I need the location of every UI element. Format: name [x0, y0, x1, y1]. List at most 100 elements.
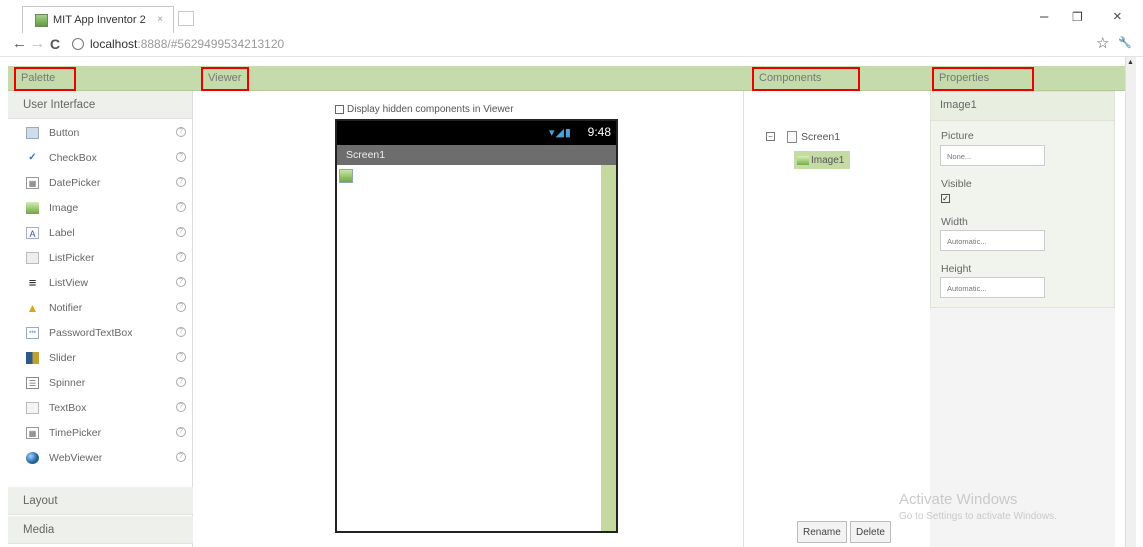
- help-icon[interactable]: ?: [176, 452, 186, 462]
- palette-item-label: Slider: [49, 351, 76, 364]
- palette-category-layout[interactable]: Layout: [8, 487, 193, 515]
- palette-item-label: Notifier: [49, 301, 83, 314]
- wrench-icon[interactable]: 🔧: [1118, 36, 1132, 49]
- palette-item-timepicker[interactable]: ▦ TimePicker ?: [8, 420, 193, 445]
- image1-placeholder-icon[interactable]: [339, 169, 353, 183]
- palette-item-textbox[interactable]: TextBox ?: [8, 395, 193, 420]
- palette-item-label[interactable]: A Label ?: [8, 220, 193, 245]
- close-window-icon[interactable]: ×: [1113, 8, 1122, 25]
- palette-item-passwordtextbox[interactable]: *** PasswordTextBox ?: [8, 320, 193, 345]
- palette-header: Palette: [14, 67, 76, 91]
- page-info-icon[interactable]: [72, 38, 84, 50]
- palette-item-label: DatePicker: [49, 176, 101, 189]
- minimize-icon[interactable]: –: [1040, 8, 1048, 25]
- palette-item-button[interactable]: Button ?: [8, 120, 193, 145]
- palette-item-notifier[interactable]: ▲ Notifier ?: [8, 295, 193, 320]
- timepicker-icon: ▦: [26, 426, 39, 439]
- display-hidden-label: Display hidden components in Viewer: [347, 104, 514, 115]
- restore-icon[interactable]: ❐: [1072, 10, 1083, 24]
- properties-header: Properties: [932, 67, 1034, 91]
- palette-item-label: WebViewer: [49, 451, 103, 464]
- help-icon[interactable]: ?: [176, 152, 186, 162]
- picture-label: Picture: [941, 130, 974, 142]
- tree-item-screen1[interactable]: Screen1: [801, 131, 840, 143]
- tab-title: MIT App Inventor 2: [53, 14, 146, 26]
- palette-item-label: PasswordTextBox: [49, 326, 133, 339]
- tab-close-icon[interactable]: ×: [157, 14, 163, 25]
- watermark-subtitle: Go to Settings to activate Windows.: [899, 511, 1057, 522]
- palette-item-listpicker[interactable]: ListPicker ?: [8, 245, 193, 270]
- screen-canvas[interactable]: [337, 165, 616, 531]
- height-field[interactable]: Automatic...: [940, 277, 1045, 298]
- help-icon[interactable]: ?: [176, 252, 186, 262]
- datepicker-icon: ▦: [26, 176, 39, 189]
- properties-component-name: Image1: [931, 92, 1114, 121]
- screen-title-bar: Screen1: [337, 145, 616, 165]
- spinner-icon: ☰: [26, 376, 39, 389]
- scroll-up-icon[interactable]: ▲: [1127, 59, 1134, 66]
- bookmark-star-icon[interactable]: ☆: [1096, 34, 1109, 52]
- visible-label: Visible: [941, 178, 972, 190]
- activate-windows-watermark: Activate Windows Go to Settings to activ…: [899, 491, 1057, 522]
- browser-tab-bar: MIT App Inventor 2 × – ❐ ×: [0, 0, 1143, 33]
- help-icon[interactable]: ?: [176, 377, 186, 387]
- components-panel: − Screen1 Image1 Rename Delete: [743, 91, 930, 547]
- palette-item-label: TextBox: [49, 401, 87, 414]
- help-icon[interactable]: ?: [176, 202, 186, 212]
- image-icon: [26, 201, 39, 214]
- visible-checkbox[interactable]: ✓: [941, 194, 950, 203]
- url-path: :8888/#5629499534213120: [137, 37, 285, 51]
- width-field[interactable]: Automatic...: [940, 230, 1045, 251]
- palette-item-listview[interactable]: ≡ ListView ?: [8, 270, 193, 295]
- properties-box: Image1 Picture None... Visible ✓ Width A…: [930, 91, 1115, 308]
- webviewer-icon: [26, 451, 39, 464]
- palette-item-image[interactable]: Image ?: [8, 195, 193, 220]
- palette-list: Button ? ✓ CheckBox ? ▦ DatePicker ? Ima…: [8, 120, 193, 470]
- listpicker-icon: [26, 251, 39, 264]
- image-icon: [797, 155, 809, 165]
- new-tab-button[interactable]: [178, 11, 194, 26]
- page-scrollbar[interactable]: ▲: [1125, 57, 1136, 547]
- help-icon[interactable]: ?: [176, 127, 186, 137]
- help-icon[interactable]: ?: [176, 227, 186, 237]
- palette-category-user-interface[interactable]: User Interface: [8, 91, 192, 119]
- palette-item-spinner[interactable]: ☰ Spinner ?: [8, 370, 193, 395]
- url-host: localhost: [90, 37, 138, 51]
- browser-tab[interactable]: MIT App Inventor 2 ×: [22, 6, 174, 33]
- delete-button[interactable]: Delete: [850, 521, 891, 543]
- label-icon: A: [26, 226, 39, 239]
- help-icon[interactable]: ?: [176, 402, 186, 412]
- forward-icon[interactable]: →: [30, 35, 45, 52]
- properties-panel: Image1 Picture None... Visible ✓ Width A…: [930, 91, 1115, 547]
- palette-item-webviewer[interactable]: WebViewer ?: [8, 445, 193, 470]
- display-hidden-components-row[interactable]: Display hidden components in Viewer: [335, 104, 514, 115]
- help-icon[interactable]: ?: [176, 352, 186, 362]
- palette-item-label: Image: [49, 201, 79, 214]
- picture-field[interactable]: None...: [940, 145, 1045, 166]
- palette-panel: User Interface Button ? ✓ CheckBox ? ▦ D…: [8, 91, 193, 547]
- help-icon[interactable]: ?: [176, 427, 186, 437]
- password-icon: ***: [26, 326, 39, 339]
- phone-preview: ▾◢▮ 9:48 Screen1: [335, 119, 618, 533]
- palette-item-label: Label: [49, 226, 75, 239]
- palette-category-media[interactable]: Media: [8, 516, 193, 544]
- tree-item-image1[interactable]: Image1: [794, 151, 850, 169]
- palette-item-label: Button: [49, 126, 80, 139]
- viewer-panel: Display hidden components in Viewer ▾◢▮ …: [193, 91, 743, 547]
- palette-item-checkbox[interactable]: ✓ CheckBox ?: [8, 145, 193, 170]
- palette-item-slider[interactable]: Slider ?: [8, 345, 193, 370]
- width-label: Width: [941, 216, 968, 228]
- help-icon[interactable]: ?: [176, 177, 186, 187]
- palette-item-datepicker[interactable]: ▦ DatePicker ?: [8, 170, 193, 195]
- help-icon[interactable]: ?: [176, 302, 186, 312]
- url-field[interactable]: localhost:8888/#5629499534213120: [90, 37, 284, 51]
- palette-item-label: CheckBox: [49, 151, 97, 164]
- rename-button[interactable]: Rename: [797, 521, 847, 543]
- collapse-toggle-icon[interactable]: −: [766, 132, 775, 141]
- back-icon[interactable]: ←: [12, 35, 27, 52]
- help-icon[interactable]: ?: [176, 277, 186, 287]
- display-hidden-checkbox[interactable]: [335, 105, 344, 114]
- panel-header-band: Palette Viewer Components Properties: [8, 66, 1135, 91]
- help-icon[interactable]: ?: [176, 327, 186, 337]
- reload-icon[interactable]: C: [50, 36, 60, 52]
